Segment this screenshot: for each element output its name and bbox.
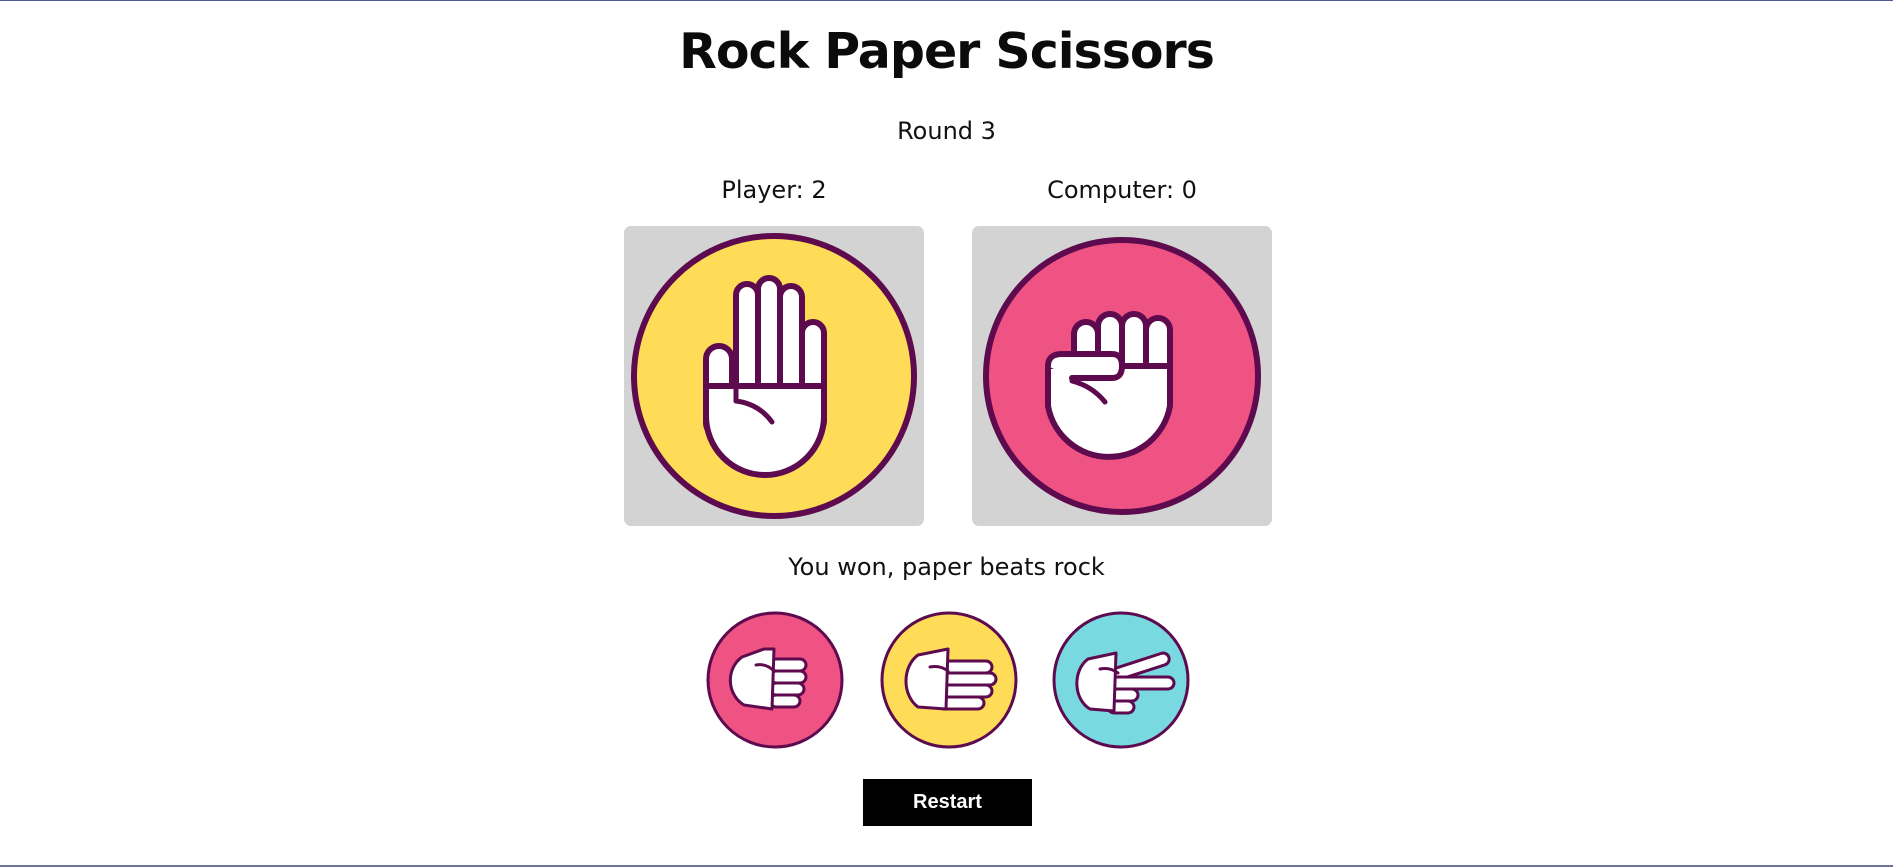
scissors-hand-icon	[1052, 611, 1190, 749]
computer-score: Computer: 0	[1047, 176, 1197, 204]
round-result-message: You won, paper beats rock	[788, 553, 1105, 581]
computer-pick-panel	[972, 226, 1272, 526]
player-pick-panel	[624, 226, 924, 526]
player-score: Player: 2	[721, 176, 827, 204]
rock-hand-icon	[983, 237, 1261, 515]
rock-hand-icon	[706, 611, 844, 749]
scissors-choice-button[interactable]	[1050, 609, 1192, 751]
restart-button[interactable]: Restart	[863, 779, 1032, 826]
paper-choice-button[interactable]	[878, 609, 1020, 751]
paper-hand-icon	[631, 233, 917, 519]
paper-hand-icon	[880, 611, 1018, 749]
page-title: Rock Paper Scissors	[679, 23, 1215, 80]
rock-choice-button[interactable]	[704, 609, 846, 751]
game-page: Rock Paper Scissors Round 3 Player: 2 Co…	[0, 0, 1893, 867]
round-counter: Round 3	[897, 117, 996, 145]
